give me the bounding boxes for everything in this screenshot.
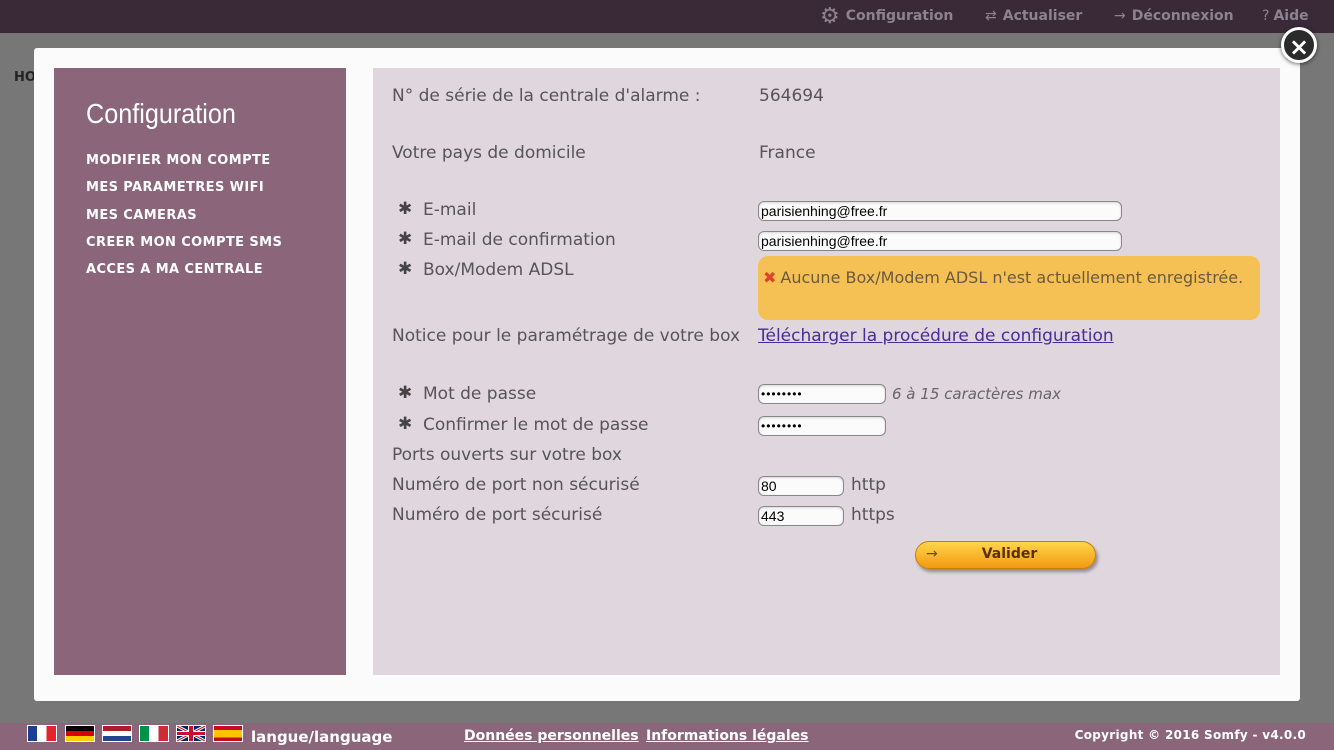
nav-configuration-label: Configuration	[845, 8, 954, 24]
required-marker: ✱	[398, 199, 413, 219]
question-icon: ?	[1262, 8, 1270, 24]
language-label: langue/language	[251, 728, 393, 746]
ports-label: Ports ouverts sur votre box	[392, 445, 622, 465]
box-warning-text: Aucune Box/Modem ADSL n'est actuellement…	[780, 268, 1244, 287]
sidebar-menu: MODIFIER MON COMPTE MES PARAMETRES WIFI …	[86, 152, 282, 288]
country-label: Votre pays de domicile	[392, 143, 586, 163]
sidebar-item-cameras[interactable]: MES CAMERAS	[86, 207, 282, 234]
box-label: Box/Modem ADSL	[423, 260, 574, 280]
nav-refresh[interactable]: ⇄ Actualiser	[985, 0, 1082, 33]
country-value: France	[759, 143, 816, 163]
background-home-label: HO	[14, 70, 36, 85]
port-https-unit: https	[851, 505, 895, 525]
nav-refresh-label: Actualiser	[1002, 8, 1083, 24]
password-hint: 6 à 15 caractères max	[892, 385, 1061, 403]
close-icon: ×	[1288, 33, 1310, 61]
port-http-label: Numéro de port non sécurisé	[392, 475, 640, 495]
nav-configuration[interactable]: ⚙ Configuration	[820, 0, 953, 33]
password-confirm-field[interactable]: ••••••••	[758, 416, 886, 436]
france-flag[interactable]	[27, 725, 57, 742]
copyright-text: Copyright © 2016 Somfy - v4.0.0	[1074, 728, 1306, 742]
sidebar-item-central-access[interactable]: ACCES A MA CENTRALE	[86, 261, 282, 288]
close-modal-button[interactable]: ×	[1281, 27, 1317, 63]
port-http-field[interactable]: 80	[758, 476, 844, 496]
spain-flag[interactable]	[213, 725, 243, 742]
nav-logout[interactable]: → Déconnexion	[1114, 0, 1234, 33]
sidebar-item-modify-account[interactable]: MODIFIER MON COMPTE	[86, 152, 282, 179]
top-bar: ⚙ Configuration ⇄ Actualiser → Déconnexion …	[0, 0, 1334, 33]
refresh-icon: ⇄	[985, 8, 997, 24]
serial-label: N° de série de la centrale d'alarme :	[392, 86, 701, 106]
email-label: E-mail	[423, 200, 477, 220]
required-marker: ✱	[398, 414, 413, 434]
password-confirm-label: Confirmer le mot de passe	[423, 415, 649, 435]
box-warning-message: ✖ Aucune Box/Modem ADSL n'est actuellemen…	[758, 256, 1260, 320]
arrow-right-icon: →	[1114, 8, 1126, 24]
download-procedure-link[interactable]: Télécharger la procédure de configuratio…	[758, 326, 1114, 346]
sidebar-item-wifi-settings[interactable]: MES PARAMETRES WIFI	[86, 179, 282, 206]
germany-flag[interactable]	[65, 725, 95, 742]
password-label: Mot de passe	[423, 384, 537, 404]
uk-flag-graphic	[177, 726, 205, 741]
required-marker: ✱	[398, 383, 413, 403]
footer: langue/language Données personnelles Inf…	[0, 723, 1334, 750]
port-https-label: Numéro de port sécurisé	[392, 505, 603, 525]
config-sidebar: Configuration MODIFIER MON COMPTE MES PA…	[54, 68, 346, 675]
submit-label: Valider	[981, 546, 1038, 562]
netherlands-flag[interactable]	[102, 725, 132, 742]
sidebar-title: Configuration	[86, 98, 236, 129]
nav-help-label: Aide	[1273, 8, 1309, 24]
nav-logout-label: Déconnexion	[1131, 8, 1234, 24]
legal-info-link[interactable]: Informations légales	[646, 728, 809, 744]
gear-icon: ⚙	[820, 4, 840, 29]
required-marker: ✱	[398, 259, 413, 279]
port-http-unit: http	[851, 475, 886, 495]
error-icon: ✖	[763, 268, 777, 287]
sidebar-item-sms-account[interactable]: CREER MON COMPTE SMS	[86, 234, 282, 261]
email-confirm-field[interactable]: parisienhing@free.fr	[758, 231, 1122, 251]
personal-data-link[interactable]: Données personnelles	[464, 728, 639, 744]
required-marker: ✱	[398, 229, 413, 249]
serial-value: 564694	[759, 86, 824, 106]
notice-label: Notice pour le paramétrage de votre box	[392, 326, 741, 346]
italy-flag[interactable]	[139, 725, 169, 742]
email-field[interactable]: parisienhing@free.fr	[758, 201, 1122, 221]
password-field[interactable]: ••••••••	[758, 384, 886, 404]
email-confirm-label: E-mail de confirmation	[423, 230, 616, 250]
submit-button[interactable]: → Valider	[915, 541, 1096, 569]
uk-flag[interactable]	[176, 725, 206, 742]
port-https-field[interactable]: 443	[758, 506, 844, 526]
